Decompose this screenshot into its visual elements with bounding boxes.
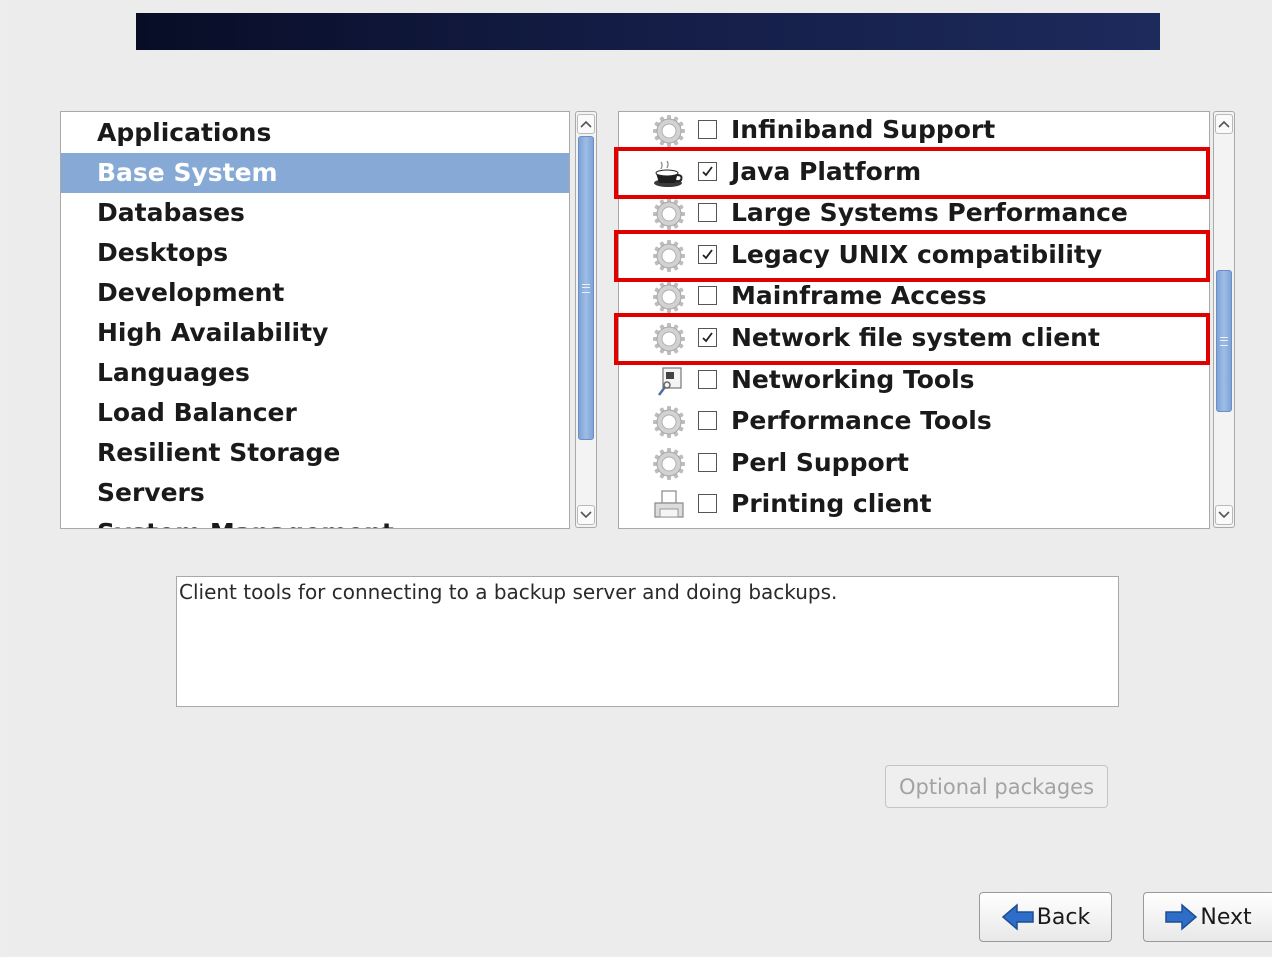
chevron-down-icon	[1218, 511, 1230, 519]
arrow-right-icon	[1165, 903, 1198, 931]
gear-icon	[651, 279, 687, 315]
optional-packages-button[interactable]: Optional packages	[885, 765, 1108, 808]
package-checkbox[interactable]	[698, 369, 717, 389]
category-item[interactable]: Databases	[61, 193, 569, 233]
package-row[interactable]: Java Platform	[619, 152, 1209, 194]
package-row[interactable]: Legacy UNIX compatibility	[619, 235, 1209, 277]
package-label: Mainframe Access	[731, 281, 987, 311]
gear-icon	[651, 238, 687, 274]
package-label: Java Platform	[731, 156, 922, 186]
package-checkbox[interactable]	[698, 328, 717, 347]
checkmark-icon	[702, 166, 713, 176]
category-item[interactable]: Servers	[61, 473, 569, 513]
package-label: Networking Tools	[731, 364, 975, 394]
package-row[interactable]: Mainframe Access	[619, 276, 1209, 318]
package-checkbox[interactable]	[698, 244, 717, 264]
package-row[interactable]: Network file system client	[619, 318, 1209, 360]
chevron-up-icon	[1218, 120, 1230, 128]
package-checkbox[interactable]	[698, 203, 717, 223]
scroll-down-button[interactable]	[1215, 505, 1233, 525]
back-label: Back	[1036, 904, 1091, 930]
package-checkbox[interactable]	[698, 494, 717, 514]
chevron-down-icon	[580, 511, 592, 519]
package-scrollbar[interactable]	[1213, 111, 1235, 528]
back-button[interactable]: Back	[979, 892, 1112, 942]
printer-icon	[651, 487, 687, 523]
package-list[interactable]: Infiniband Support Java Platform Large S…	[618, 111, 1210, 529]
category-item[interactable]: Languages	[61, 353, 569, 393]
category-item[interactable]: Resilient Storage	[61, 433, 569, 473]
package-label: Printing client	[731, 489, 932, 519]
category-item[interactable]: High Availability	[61, 313, 569, 353]
arrow-left-icon	[1001, 903, 1034, 931]
package-label: Perl Support	[731, 447, 909, 477]
scroll-thumb[interactable]	[1216, 270, 1232, 412]
package-checkbox[interactable]	[698, 411, 717, 431]
gear-icon	[651, 321, 687, 357]
category-item[interactable]: Applications	[61, 113, 569, 153]
package-row[interactable]: Networking Tools	[619, 360, 1209, 402]
category-item[interactable]: Load Balancer	[61, 393, 569, 433]
package-checkbox[interactable]	[698, 452, 717, 472]
chevron-up-icon	[580, 120, 592, 128]
package-row[interactable]: Performance Tools	[619, 401, 1209, 443]
header-banner	[136, 13, 1160, 50]
scroll-up-button[interactable]	[577, 114, 595, 134]
package-row[interactable]: Large Systems Performance	[619, 193, 1209, 235]
category-item[interactable]: Base System	[61, 153, 569, 193]
package-label: Network file system client	[731, 323, 1100, 352]
package-description: Client tools for connecting to a backup …	[176, 576, 1119, 707]
package-label: Large Systems Performance	[731, 198, 1128, 228]
next-button[interactable]: Next	[1143, 892, 1272, 942]
network-tools-icon	[651, 363, 687, 399]
category-item[interactable]: System Management	[61, 513, 569, 528]
package-checkbox[interactable]	[698, 120, 717, 139]
gear-icon	[651, 113, 687, 149]
package-label: Infiniband Support	[731, 115, 996, 144]
category-scrollbar[interactable]	[575, 111, 597, 528]
gear-icon	[651, 446, 687, 482]
java-cup-icon	[651, 155, 687, 191]
gear-icon	[651, 404, 687, 440]
package-checkbox[interactable]	[698, 161, 717, 181]
scroll-down-button[interactable]	[577, 505, 595, 525]
package-row[interactable]: Printing client	[619, 484, 1209, 526]
scroll-thumb[interactable]	[578, 136, 594, 440]
package-row[interactable]: Infiniband Support	[619, 112, 1209, 152]
package-row[interactable]: Perl Support	[619, 443, 1209, 485]
category-list[interactable]: Applications Base System Databases Desktops…	[60, 111, 570, 529]
package-checkbox[interactable]	[698, 286, 717, 306]
gear-icon	[651, 196, 687, 232]
package-label: Legacy UNIX compatibility	[731, 239, 1103, 269]
category-item[interactable]: Desktops	[61, 233, 569, 273]
next-label: Next	[1200, 904, 1252, 930]
scroll-up-button[interactable]	[1215, 114, 1233, 134]
package-label: Performance Tools	[731, 406, 992, 436]
category-item[interactable]: Development	[61, 273, 569, 313]
checkmark-icon	[702, 249, 713, 260]
checkmark-icon	[702, 332, 713, 343]
